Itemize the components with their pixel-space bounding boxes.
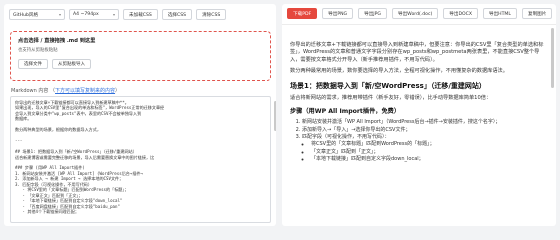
dropzone-title: 点击选择 / 直接拖拽 .md 到这里 xyxy=(18,38,96,44)
list-item-text: 匹配字段（可视化操作，不用写代码）： xyxy=(302,134,390,141)
export-html-button[interactable]: 导出HTML xyxy=(482,8,517,19)
sub-list-item: 「文章正文」匹配到「正文」； xyxy=(311,149,548,156)
list-item: 添加新导入→「导入」→选择你导出的CSV文件； xyxy=(302,127,548,134)
export-jpg-button[interactable]: 导出JPG xyxy=(358,8,387,19)
preview-paragraph: 适合将新网站的需求，推荐用带插件（新手友好，零错误），比手动导数据库简单10倍： xyxy=(290,95,492,102)
list-item: 匹配字段（可视化操作，不用写代码）： 将CSV里的「文章标题」匹配到WordPr… xyxy=(302,134,548,163)
rendered-preview: 你导出的迁移文章+下载链接都可以直接导入到新建草稿中，但要注意：你导出的CSV里… xyxy=(290,42,548,164)
chevron-down-icon: ▾ xyxy=(112,12,115,17)
export-doc-button[interactable]: 导出Word(.doc) xyxy=(391,8,439,19)
file-dropzone[interactable]: 点击选择 / 直接拖拽 .md 到这里 也支持从剪贴板粘贴 选择文件 从剪贴板导… xyxy=(10,31,271,81)
sub-list-item: 将CSV里的「文章标题」匹配到WordPress的「标题」； xyxy=(311,141,548,148)
export-docx-button[interactable]: 导出DOCX xyxy=(443,8,478,19)
preview-scrollbar[interactable] xyxy=(551,28,554,88)
preview-paragraph: 数分两种最常用的场景，数你要选择的导入方法，全程可视化操作，不用懂复杂的数据库语… xyxy=(290,67,508,74)
export-png-button[interactable]: 导出PNG xyxy=(322,8,354,19)
markdown-label: Markdown 内容 （下方可以填写复制来的内容） xyxy=(11,88,121,94)
export-toolbar: 下载PDF 导出PNG 导出JPG 导出Word(.doc) 导出DOCX 导出… xyxy=(287,8,553,20)
clear-css-button[interactable]: 清除CSS xyxy=(196,9,227,20)
select-css-button[interactable]: 选择CSS xyxy=(161,9,193,20)
paste-clipboard-button[interactable]: 从剪贴板导入 xyxy=(52,59,91,69)
list-item: 新网站安装并激活「WP All Import」（WordPress后台→插件→安… xyxy=(302,119,548,126)
editor-panel: GitHub风格 ▾ A4 ~794px ▾ 未加载CSS 选择CSS 清除CS… xyxy=(4,4,276,226)
download-pdf-button[interactable]: 下载PDF xyxy=(287,8,318,19)
divider xyxy=(282,24,556,25)
page-size-value: A4 ~794px xyxy=(73,12,99,17)
markdown-label-text: Markdown 内容 xyxy=(11,88,49,94)
editor-scrollbar[interactable] xyxy=(274,101,276,131)
sub-list-item: 「本地下载链接」匹配到自定义字段down_local； xyxy=(311,156,548,163)
preview-paragraph: 你导出的迁移文章+下载链接都可以直接导入到新建草稿中，但要注意：你导出的CSV里… xyxy=(290,42,544,63)
steps-list: 新网站安装并激活「WP All Import」（WordPress后台→插件→安… xyxy=(290,119,548,163)
toolbar: GitHub风格 ▾ A4 ~794px ▾ 未加载CSS 选择CSS 清除CS… xyxy=(9,9,227,20)
style-select-value: GitHub风格 xyxy=(13,12,39,18)
preview-panel: 下载PDF 导出PNG 导出JPG 导出Word(.doc) 导出DOCX 导出… xyxy=(282,4,556,226)
page-size-select[interactable]: A4 ~794px ▾ xyxy=(69,9,119,20)
markdown-hint-link[interactable]: 下方可以填写复制来的内容 xyxy=(55,88,115,94)
custom-css-button[interactable]: 未加载CSS xyxy=(123,9,158,20)
select-file-button[interactable]: 选择文件 xyxy=(18,59,48,69)
dropzone-subtitle: 也支持从剪贴板粘贴 xyxy=(18,48,58,53)
preview-heading-2: 场景1：把数据导入到「新/空WordPress」（迁移/重建网站） xyxy=(290,82,486,91)
markdown-textarea[interactable]: 你导出的迁移文章+下载链接都可以直接导入到新建草稿中**。 如果出现，导入的CS… xyxy=(10,96,271,223)
preview-heading-3: 步骤（用WP All Import插件，免费） xyxy=(290,108,401,116)
copy-image-button[interactable]: 复制图片 xyxy=(521,8,553,19)
chevron-down-icon: ▾ xyxy=(58,12,61,17)
style-select[interactable]: GitHub风格 ▾ xyxy=(9,9,65,20)
